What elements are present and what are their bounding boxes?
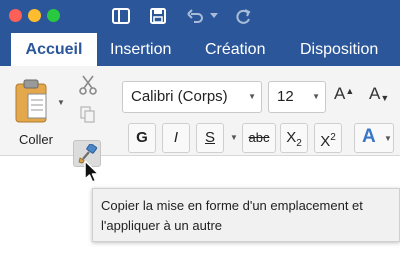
- superscript-sup: 2: [330, 132, 336, 143]
- title-bar: [0, 0, 400, 33]
- mouse-pointer-icon: [83, 160, 101, 189]
- tab-accueil[interactable]: Accueil: [11, 33, 97, 66]
- paste-label[interactable]: Coller: [19, 132, 53, 147]
- format-painter-tooltip: Copier la mise en forme d'un emplacement…: [92, 188, 400, 242]
- chevron-down-icon: ▼: [384, 134, 392, 143]
- tab-insertion[interactable]: Insertion: [110, 33, 171, 66]
- subscript-base: X: [286, 129, 297, 146]
- caret-down-icon: ▼: [380, 93, 390, 103]
- maximize-window-button[interactable]: [47, 9, 60, 22]
- paste-dropdown-arrow[interactable]: ▼: [57, 98, 65, 107]
- text-effects-icon: A: [362, 126, 376, 147]
- shrink-font-button[interactable]: A▼: [369, 84, 389, 110]
- copy-icon[interactable]: [80, 106, 96, 129]
- sidebar-icon[interactable]: [112, 7, 130, 25]
- tooltip-line-2: l'appliquer à un autre: [101, 218, 223, 233]
- superscript-button[interactable]: X2: [314, 123, 342, 153]
- italic-button[interactable]: I: [162, 123, 190, 153]
- superscript-base: X: [320, 133, 331, 150]
- close-window-button[interactable]: [9, 9, 22, 22]
- caret-up-icon: ▲: [345, 86, 355, 96]
- grow-font-button[interactable]: A▲: [334, 84, 354, 110]
- underline-dropdown-arrow[interactable]: ▼: [230, 133, 238, 142]
- subscript-button[interactable]: X2: [280, 123, 308, 153]
- paste-icon[interactable]: [14, 78, 48, 129]
- tooltip-line-1: Copier la mise en forme d'un emplacement…: [101, 198, 363, 213]
- chevron-down-icon: ▼: [248, 92, 256, 101]
- undo-icon[interactable]: [186, 7, 204, 25]
- shrink-font-label: A: [369, 84, 381, 103]
- font-family-select[interactable]: Calibri (Corps) ▼: [122, 81, 262, 113]
- ribbon-tabs: Accueil Insertion Création Disposition: [0, 33, 400, 66]
- underline-button[interactable]: S: [196, 123, 224, 153]
- grow-font-label: A: [334, 84, 346, 103]
- font-size-value: 12: [277, 88, 294, 105]
- chevron-down-icon[interactable]: [210, 7, 218, 25]
- subscript-sub: 2: [296, 138, 302, 149]
- save-icon[interactable]: [150, 7, 166, 25]
- minimize-window-button[interactable]: [28, 9, 41, 22]
- redo-icon[interactable]: [236, 7, 252, 25]
- font-size-select[interactable]: 12 ▼: [268, 81, 326, 113]
- tab-disposition[interactable]: Disposition: [300, 33, 378, 66]
- strikethrough-button[interactable]: abc: [242, 123, 276, 153]
- tab-creation[interactable]: Création: [205, 33, 265, 66]
- scissors-icon[interactable]: [79, 75, 97, 100]
- bold-button[interactable]: G: [128, 123, 156, 153]
- chevron-down-icon: ▼: [312, 92, 320, 101]
- font-family-value: Calibri (Corps): [131, 88, 228, 105]
- text-effects-button[interactable]: A ▼: [354, 123, 394, 153]
